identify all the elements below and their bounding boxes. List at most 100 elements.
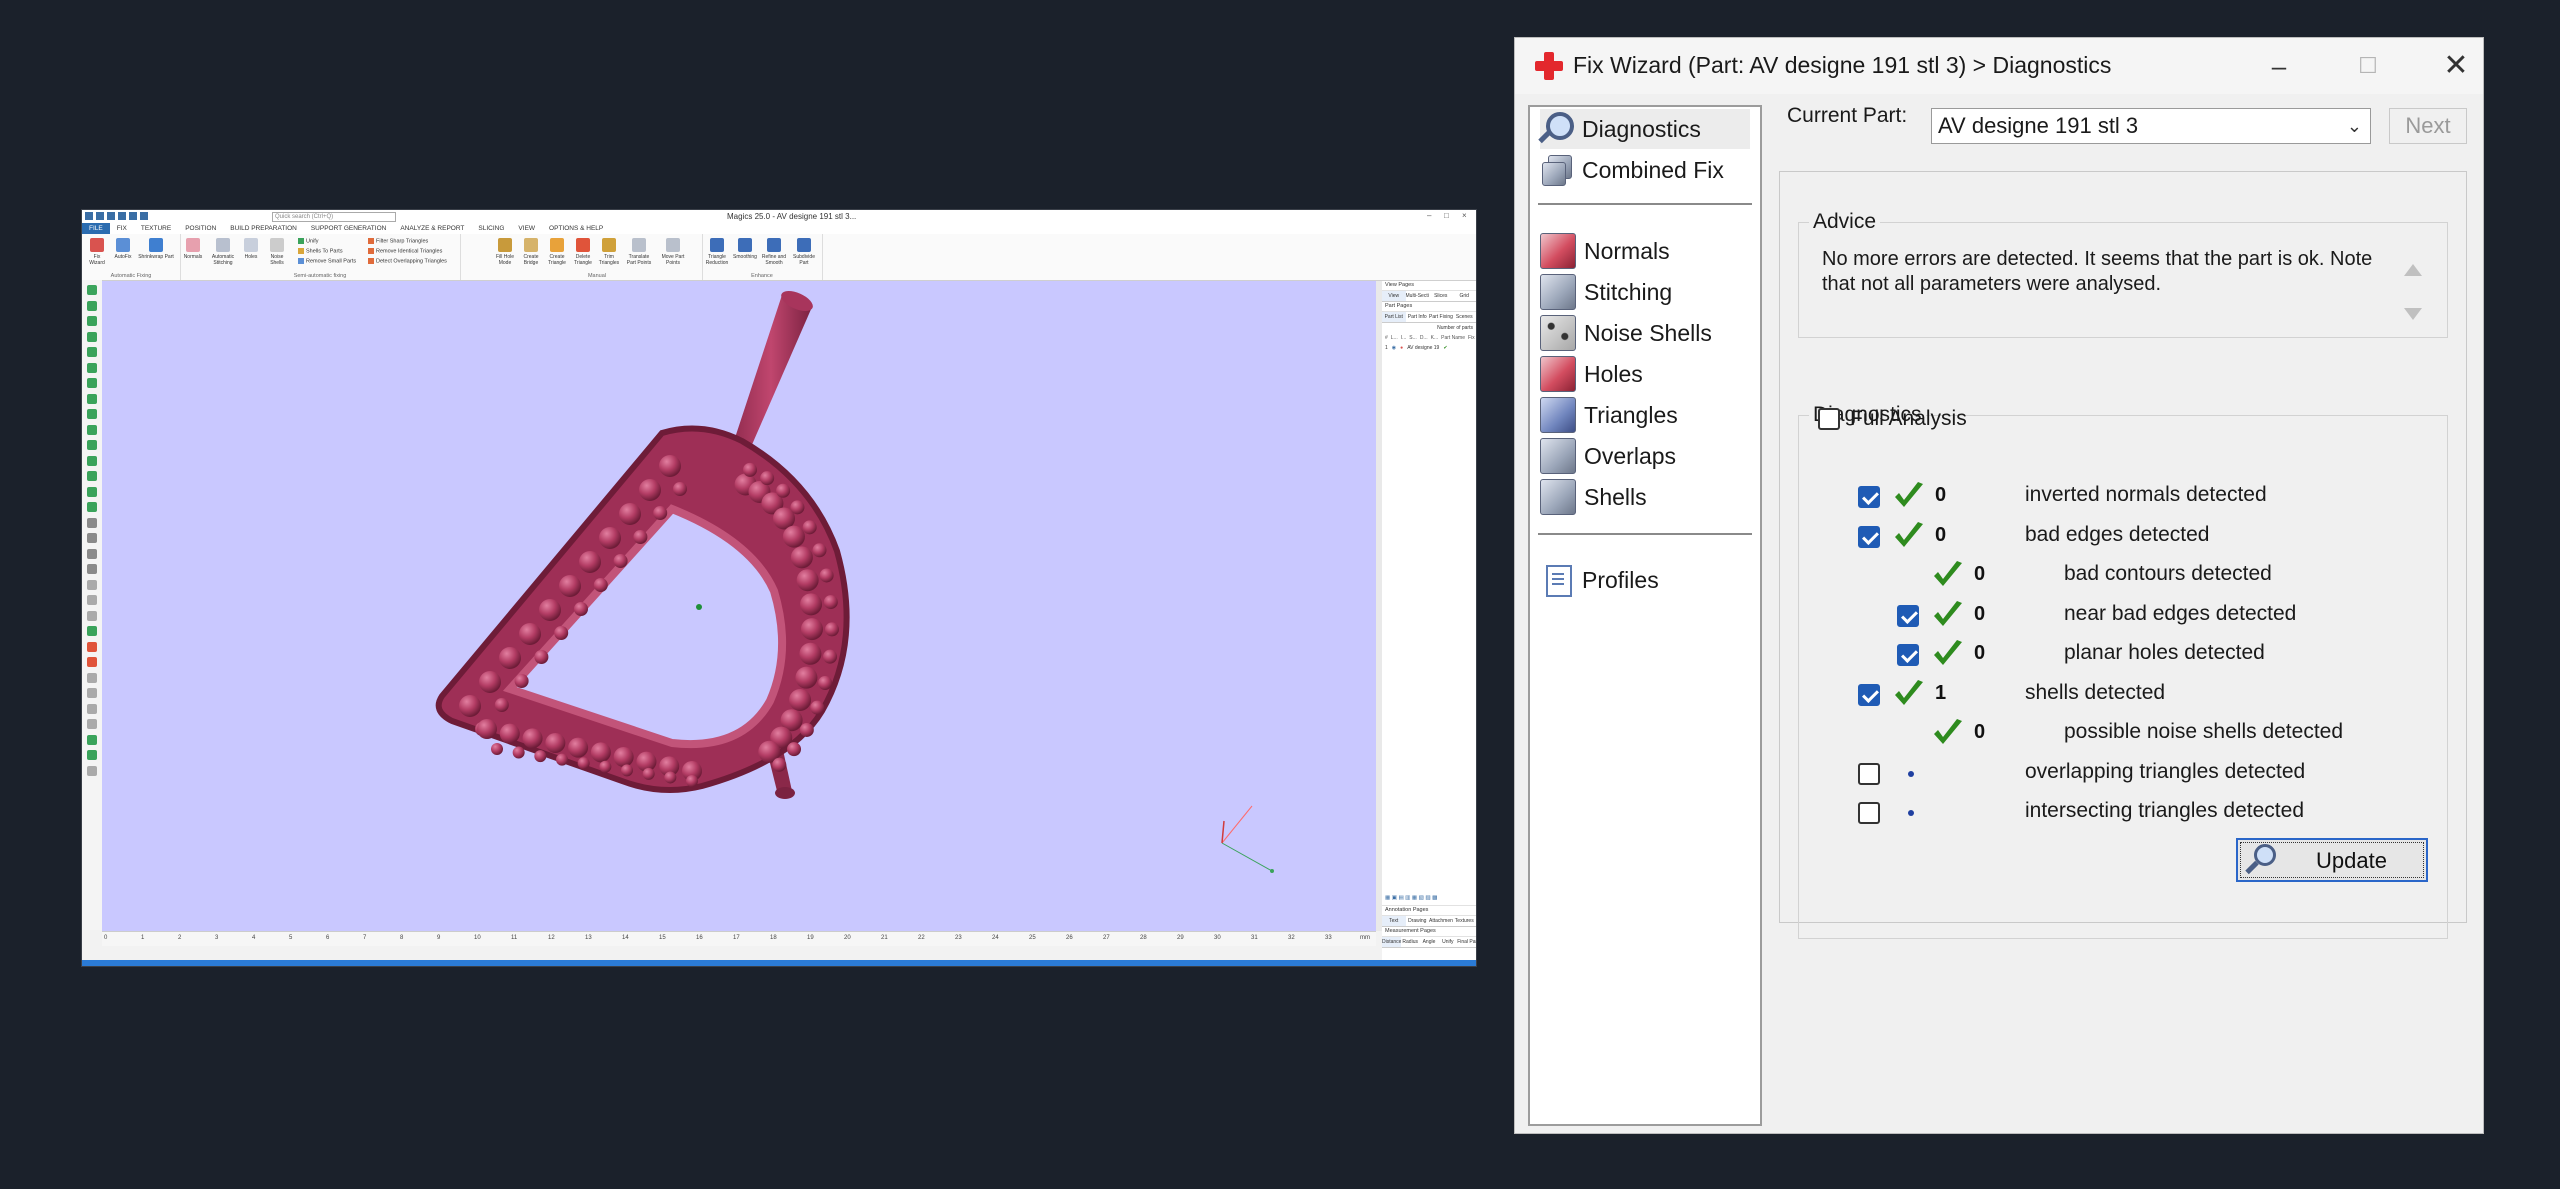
undo-icon[interactable] [129,212,137,220]
quick-search-input[interactable]: Quick search (Ctrl+Q) [272,212,396,222]
tool-icon[interactable] [87,455,97,466]
tab-part-info[interactable]: Part Info [1406,312,1430,322]
automatic-stitching-button[interactable]: Automatic Stitching [208,238,238,266]
tab-view[interactable]: VIEW [511,223,542,234]
maximize-button[interactable]: ☐ [2348,46,2388,86]
diagnostic-checkbox[interactable] [1858,486,1880,508]
tab-scenes[interactable]: Scenes [1453,312,1477,322]
view-pages-header[interactable]: View Pages [1382,281,1476,291]
nav-item-noise-shells[interactable]: Noise Shells [1540,313,1750,353]
tab-text[interactable]: Text [1382,916,1406,926]
redo-icon[interactable] [140,212,148,220]
scroll-down-icon[interactable] [2404,308,2422,320]
detect-overlapping-triangles-button[interactable]: Detect Overlapping Triangles [368,258,447,264]
tool-icon[interactable] [87,486,97,497]
tab-slices[interactable]: Slices [1429,291,1453,301]
tab-attachments[interactable]: Attachments [1429,916,1453,926]
tab-part-fixing-info[interactable]: Part Fixing Info [1429,312,1453,322]
holes-button[interactable]: Holes [240,238,262,260]
tool-icon[interactable] [87,548,97,559]
minimize-button[interactable]: – [1427,211,1431,220]
column-header[interactable]: S... [1409,333,1417,343]
tool-icon[interactable] [87,331,97,342]
next-button[interactable]: Next [2389,108,2467,144]
column-header[interactable]: K... [1431,333,1439,343]
tool-icon[interactable] [87,347,97,357]
tool-icon[interactable] [87,734,97,745]
close-button[interactable]: × [1462,211,1467,220]
filter-sharp-triangles-button[interactable]: Filter Sharp Triangles [368,238,428,244]
tab-texture[interactable]: TEXTURE [134,223,178,234]
subdivide-part-button[interactable]: Subdivide Part [790,238,818,266]
shrinkwrap-button[interactable]: Shrinkwrap Part [138,238,174,260]
column-header[interactable]: # [1385,333,1388,343]
nav-item-overlaps[interactable]: Overlaps [1540,436,1750,476]
tool-icon[interactable] [87,440,97,450]
tab-drawing[interactable]: Drawing [1406,916,1430,926]
tab-unify[interactable]: Unify [1438,937,1457,947]
column-header[interactable]: I... [1401,333,1407,343]
create-bridge-button[interactable]: Create Bridge [520,238,542,266]
delete-triangle-button[interactable]: Delete Triangle [572,238,594,266]
tool-icon[interactable] [87,316,97,326]
3d-viewport[interactable] [102,281,1376,931]
tool-icon[interactable] [87,300,97,311]
move-part-points-button[interactable]: Move Part Points [658,238,688,266]
tab-slicing[interactable]: SLICING [471,223,511,234]
tab-final-part[interactable]: Final Part [1457,937,1476,947]
tool-icon[interactable] [87,750,97,760]
full-analysis-label[interactable]: Full Analysis [1850,407,1967,431]
tab-radius[interactable]: Radius [1401,937,1420,947]
part-list-row[interactable]: 1 ◉ ● AV designe 19 ✔ [1382,343,1476,353]
tab-build-preparation[interactable]: BUILD PREPARATION [223,223,304,234]
scroll-up-icon[interactable] [2404,264,2422,276]
tab-textures[interactable]: Textures [1453,916,1477,926]
measurement-pages-header[interactable]: Measurement Pages [1382,927,1476,937]
nav-item-profiles[interactable]: Profiles [1540,560,1750,600]
tool-icon[interactable] [87,378,97,388]
tool-icon[interactable] [87,409,97,419]
tool-icon[interactable] [87,703,97,714]
new-icon[interactable] [85,212,93,220]
tool-icon[interactable] [87,672,97,683]
column-header[interactable]: L... [1391,333,1398,343]
save-icon[interactable] [107,212,115,220]
refine-and-smooth-button[interactable]: Refine and Smooth [760,238,788,266]
shells-to-parts-button[interactable]: Shells To Parts [298,248,343,254]
tool-icon[interactable] [87,719,97,729]
tool-icon[interactable] [87,564,97,574]
column-header[interactable]: D... [1420,333,1428,343]
create-triangle-button[interactable]: Create Triangle [546,238,568,266]
noise-shells-button[interactable]: Noise Shells [266,238,288,266]
normals-button[interactable]: Normals [182,238,204,260]
advice-scrollbar[interactable] [2400,246,2422,336]
triangle-reduction-button[interactable]: Triangle Reduction [704,238,730,266]
remove-identical-triangles-button[interactable]: Remove Identical Triangles [368,248,442,254]
nav-item-holes[interactable]: Holes [1540,354,1750,394]
annotation-pages-header[interactable]: Annotation Pages [1382,906,1476,916]
smoothing-button[interactable]: Smoothing [732,238,758,260]
tool-icon[interactable] [87,285,97,295]
tab-analyze-report[interactable]: ANALYZE & REPORT [393,223,471,234]
visibility-icon[interactable]: ◉ [1392,343,1396,353]
tab-part-list[interactable]: Part List [1382,312,1406,322]
autofix-button[interactable]: AutoFix [112,238,134,260]
nav-item-stitching[interactable]: Stitching [1540,272,1750,312]
tool-icon[interactable] [87,424,97,435]
diagnostic-checkbox[interactable] [1858,525,1880,548]
tab-grid[interactable]: Grid [1453,291,1477,301]
maximize-button[interactable]: □ [1444,211,1449,220]
tool-icon[interactable] [87,471,97,481]
import-icon[interactable] [118,212,126,220]
column-header[interactable]: Fix Info [1468,333,1476,343]
update-button[interactable]: Update [2236,838,2428,882]
close-button[interactable]: ✕ [2436,46,2476,86]
diagnostic-checkbox[interactable] [1858,762,1880,785]
part-color-icon[interactable]: ● [1400,343,1403,353]
tool-icon[interactable] [87,362,97,373]
minimize-button[interactable]: – [2259,46,2299,86]
tool-icon[interactable] [87,610,97,621]
tab-support-generation[interactable]: SUPPORT GENERATION [304,223,394,234]
tab-view[interactable]: View [1382,291,1406,301]
tab-file[interactable]: FILE [82,223,110,234]
